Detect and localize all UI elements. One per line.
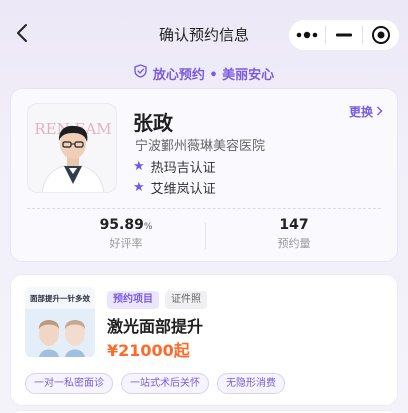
- doctor-card: REN EAM 张政 宁波鄞州薇琳美容医院 ★ 热玛吉认证 ★ 艾维岚认证 更换…: [10, 88, 398, 262]
- page: 确认预约信息 放心预约 • 美丽安心 REN EAM 张政 宁波鄞州薇琳美容医院…: [0, 0, 408, 413]
- stat-value: 95.89%: [99, 217, 153, 233]
- star-icon: ★: [133, 180, 145, 195]
- stat-rating: 95.89% 好评率: [51, 217, 201, 251]
- feature-chip: 一站式术后关怀: [121, 373, 209, 394]
- certification-label: 热玛吉认证: [150, 161, 216, 176]
- navigation-bar: 确认预约信息: [0, 0, 408, 62]
- target-close-icon[interactable]: [363, 20, 399, 50]
- certification-item: ★ 艾维岚认证: [133, 178, 216, 197]
- certification-label: 艾维岚认证: [150, 182, 216, 197]
- project-thumbnail: 面部提升一针多效: [25, 287, 95, 357]
- minimize-icon[interactable]: [326, 20, 362, 50]
- tag-certificate: 证件照: [165, 291, 207, 309]
- change-doctor-label: 更换: [348, 105, 373, 119]
- doctor-hospital: 宁波鄞州薇琳美容医院: [135, 139, 266, 154]
- stat-label: 预约量: [277, 237, 311, 250]
- doctor-avatar: REN EAM: [27, 103, 117, 193]
- feature-chip: 一对一私密面诊: [25, 373, 113, 394]
- star-icon: ★: [133, 159, 145, 174]
- tag-appointment-project: 预约项目: [107, 291, 159, 309]
- stat-divider: [205, 223, 206, 249]
- project-tags: 预约项目 证件照: [107, 291, 207, 309]
- certification-item: ★ 热玛吉认证: [133, 157, 216, 176]
- miniprogram-capsule: [288, 19, 400, 51]
- thumbnail-caption: 面部提升一针多效: [30, 293, 90, 303]
- trust-banner-text: 放心预约 • 美丽安心: [152, 67, 275, 83]
- chevron-right-icon: [376, 105, 383, 119]
- project-price: ¥21000起: [107, 341, 190, 360]
- shield-check-icon: [134, 64, 147, 82]
- project-card[interactable]: 面部提升一针多效 预约项目 证件照 激光面部提升 ¥21000起 一对一私密面诊…: [10, 274, 398, 406]
- doctor-name: 张政: [133, 111, 173, 135]
- trust-banner: 放心预约 • 美丽安心: [0, 62, 408, 84]
- project-name: 激光面部提升: [107, 317, 204, 336]
- stat-value: 147: [279, 217, 309, 233]
- stat-label: 好评率: [109, 237, 143, 250]
- change-doctor-button[interactable]: 更换: [349, 103, 383, 120]
- card-divider: [27, 208, 381, 209]
- feature-chip: 无隐形消费: [217, 373, 285, 394]
- feature-chips: 一对一私密面诊 一站式术后关怀 无隐形消费: [25, 373, 285, 394]
- stat-appointments: 147 预约量: [219, 217, 369, 251]
- more-dots-icon[interactable]: [289, 20, 325, 50]
